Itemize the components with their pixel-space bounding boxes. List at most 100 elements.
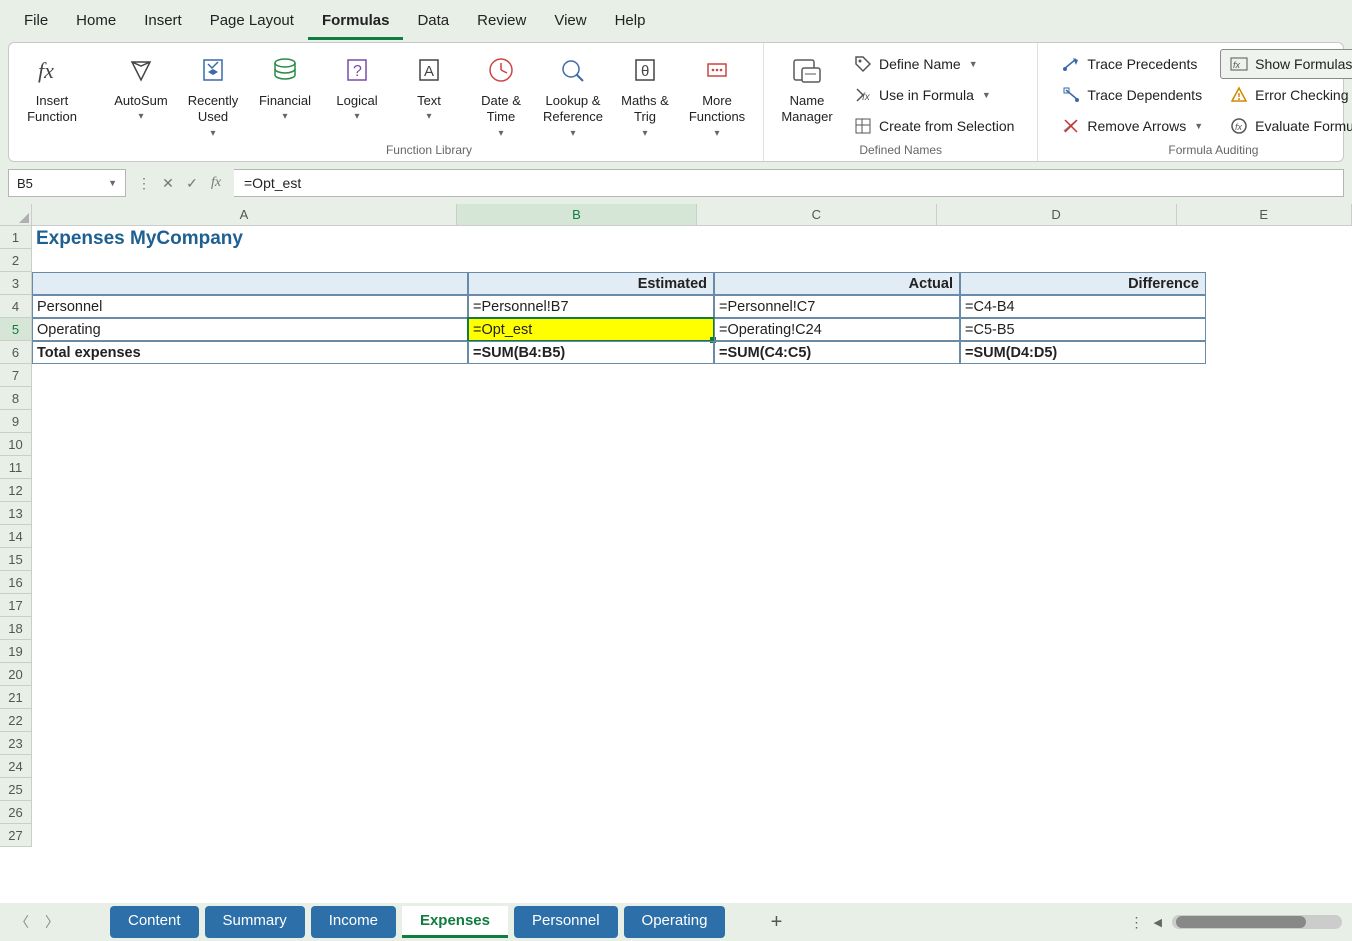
col-header-B[interactable]: B [457,204,697,225]
cell-A4[interactable]: Personnel [32,295,468,318]
row-header-11[interactable]: 11 [0,456,31,479]
menu-formulas[interactable]: Formulas [308,6,404,40]
cell-A1[interactable]: Expenses MyCompany [32,226,832,251]
menu-page-layout[interactable]: Page Layout [196,6,308,40]
menu-insert[interactable]: Insert [130,6,196,40]
cell-C6[interactable]: =SUM(C4:C5) [714,341,960,364]
show-formulas-button[interactable]: fx Show Formulas [1220,49,1352,79]
menu-file[interactable]: File [10,6,62,40]
sheet-tab-personnel[interactable]: Personnel [514,906,618,938]
row-header-20[interactable]: 20 [0,663,31,686]
row-header-21[interactable]: 21 [0,686,31,709]
menu-help[interactable]: Help [601,6,660,40]
row-header-6[interactable]: 6 [0,341,31,364]
trace-dependents-button[interactable]: Trace Dependents [1052,80,1212,110]
cell-C3[interactable]: Actual [714,272,960,295]
row-header-5[interactable]: 5 [0,318,31,341]
row-header-26[interactable]: 26 [0,801,31,824]
more-icon[interactable]: ⋮ [132,171,156,195]
row-header-9[interactable]: 9 [0,410,31,433]
row-header-16[interactable]: 16 [0,571,31,594]
row-header-23[interactable]: 23 [0,732,31,755]
sheet-tab-expenses[interactable]: Expenses [402,906,508,938]
menu-data[interactable]: Data [403,6,463,40]
row-header-2[interactable]: 2 [0,249,31,272]
fx-icon[interactable]: fx [204,171,228,195]
formula-bar-input[interactable]: =Opt_est [234,169,1344,197]
define-name-button[interactable]: Define Name▼ [844,49,1023,79]
financial-button[interactable]: Financial▾ [249,47,321,145]
col-header-C[interactable]: C [697,204,937,225]
maths-trig-button[interactable]: θMaths & Trig▾ [609,47,681,145]
enter-icon[interactable]: ✓ [180,171,204,195]
chevron-down-icon: ▾ [354,111,359,122]
row-header-15[interactable]: 15 [0,548,31,571]
lookup-reference-button[interactable]: Lookup & Reference▾ [537,47,609,145]
row-header-8[interactable]: 8 [0,387,31,410]
create-from-selection-button[interactable]: Create from Selection [844,111,1023,141]
row-header-17[interactable]: 17 [0,594,31,617]
cell-D3[interactable]: Difference [960,272,1206,295]
fn-icon: ? [342,53,372,87]
row-header-22[interactable]: 22 [0,709,31,732]
sheet-tab-income[interactable]: Income [311,906,396,938]
text-button[interactable]: AText▾ [393,47,465,145]
use-in-formula-button[interactable]: fx Use in Formula▼ [844,80,1023,110]
next-sheet-icon[interactable]: 〉 [40,912,64,932]
cell-C5[interactable]: =Operating!C24 [714,318,960,341]
row-header-3[interactable]: 3 [0,272,31,295]
row-header-13[interactable]: 13 [0,502,31,525]
row-header-4[interactable]: 4 [0,295,31,318]
trace-precedents-button[interactable]: Trace Precedents [1052,49,1212,79]
cell-B5[interactable]: =Opt_est [468,318,714,341]
cell-A3[interactable] [32,272,468,295]
date-time-button[interactable]: Date & Time▾ [465,47,537,145]
row-header-19[interactable]: 19 [0,640,31,663]
name-box[interactable]: B5▼ [8,169,126,197]
name-manager-button[interactable]: Name Manager [774,47,840,145]
sheet-tab-operating[interactable]: Operating [624,906,726,938]
col-header-D[interactable]: D [937,204,1177,225]
cell-D4[interactable]: =C4-B4 [960,295,1206,318]
prev-sheet-icon[interactable]: 〈 [10,912,34,932]
show-formulas-icon: fx [1229,54,1249,74]
row-header-10[interactable]: 10 [0,433,31,456]
row-header-25[interactable]: 25 [0,778,31,801]
cell-A6[interactable]: Total expenses [32,341,468,364]
cell-B3[interactable]: Estimated [468,272,714,295]
horizontal-scrollbar[interactable] [1172,915,1342,929]
row-header-27[interactable]: 27 [0,824,31,847]
row-header-14[interactable]: 14 [0,525,31,548]
autosum-button[interactable]: AutoSum▾ [105,47,177,145]
cell-B4[interactable]: =Personnel!B7 [468,295,714,318]
sheet-tab-content[interactable]: Content [110,906,199,938]
insert-function-button[interactable]: fx Insert Function [19,47,85,145]
recently-used-button[interactable]: Recently Used▾ [177,47,249,145]
scroll-left-icon[interactable]: ◀ [1154,916,1162,929]
row-header-12[interactable]: 12 [0,479,31,502]
cell-B6[interactable]: =SUM(B4:B5) [468,341,714,364]
select-all-corner[interactable] [0,204,32,226]
logical-button[interactable]: ?Logical▾ [321,47,393,145]
sheet-tab-summary[interactable]: Summary [205,906,305,938]
row-header-1[interactable]: 1 [0,226,31,249]
error-checking-button[interactable]: Error Checking▼ [1220,80,1352,110]
cell-D5[interactable]: =C5-B5 [960,318,1206,341]
remove-arrows-button[interactable]: Remove Arrows▼ [1052,111,1212,141]
menu-review[interactable]: Review [463,6,540,40]
evaluate-formula-button[interactable]: fx Evaluate Formula [1220,111,1352,141]
cell-C4[interactable]: =Personnel!C7 [714,295,960,318]
tab-options-icon[interactable]: ⋮ [1130,914,1144,931]
cell-A5[interactable]: Operating [32,318,468,341]
cancel-icon[interactable]: ✕ [156,171,180,195]
row-header-24[interactable]: 24 [0,755,31,778]
add-sheet-button[interactable]: + [761,911,791,934]
more-functions-button[interactable]: More Functions▾ [681,47,753,145]
menu-view[interactable]: View [540,6,600,40]
col-header-E[interactable]: E [1177,204,1352,225]
col-header-A[interactable]: A [32,204,457,225]
row-header-18[interactable]: 18 [0,617,31,640]
cell-D6[interactable]: =SUM(D4:D5) [960,341,1206,364]
row-header-7[interactable]: 7 [0,364,31,387]
menu-home[interactable]: Home [62,6,130,40]
